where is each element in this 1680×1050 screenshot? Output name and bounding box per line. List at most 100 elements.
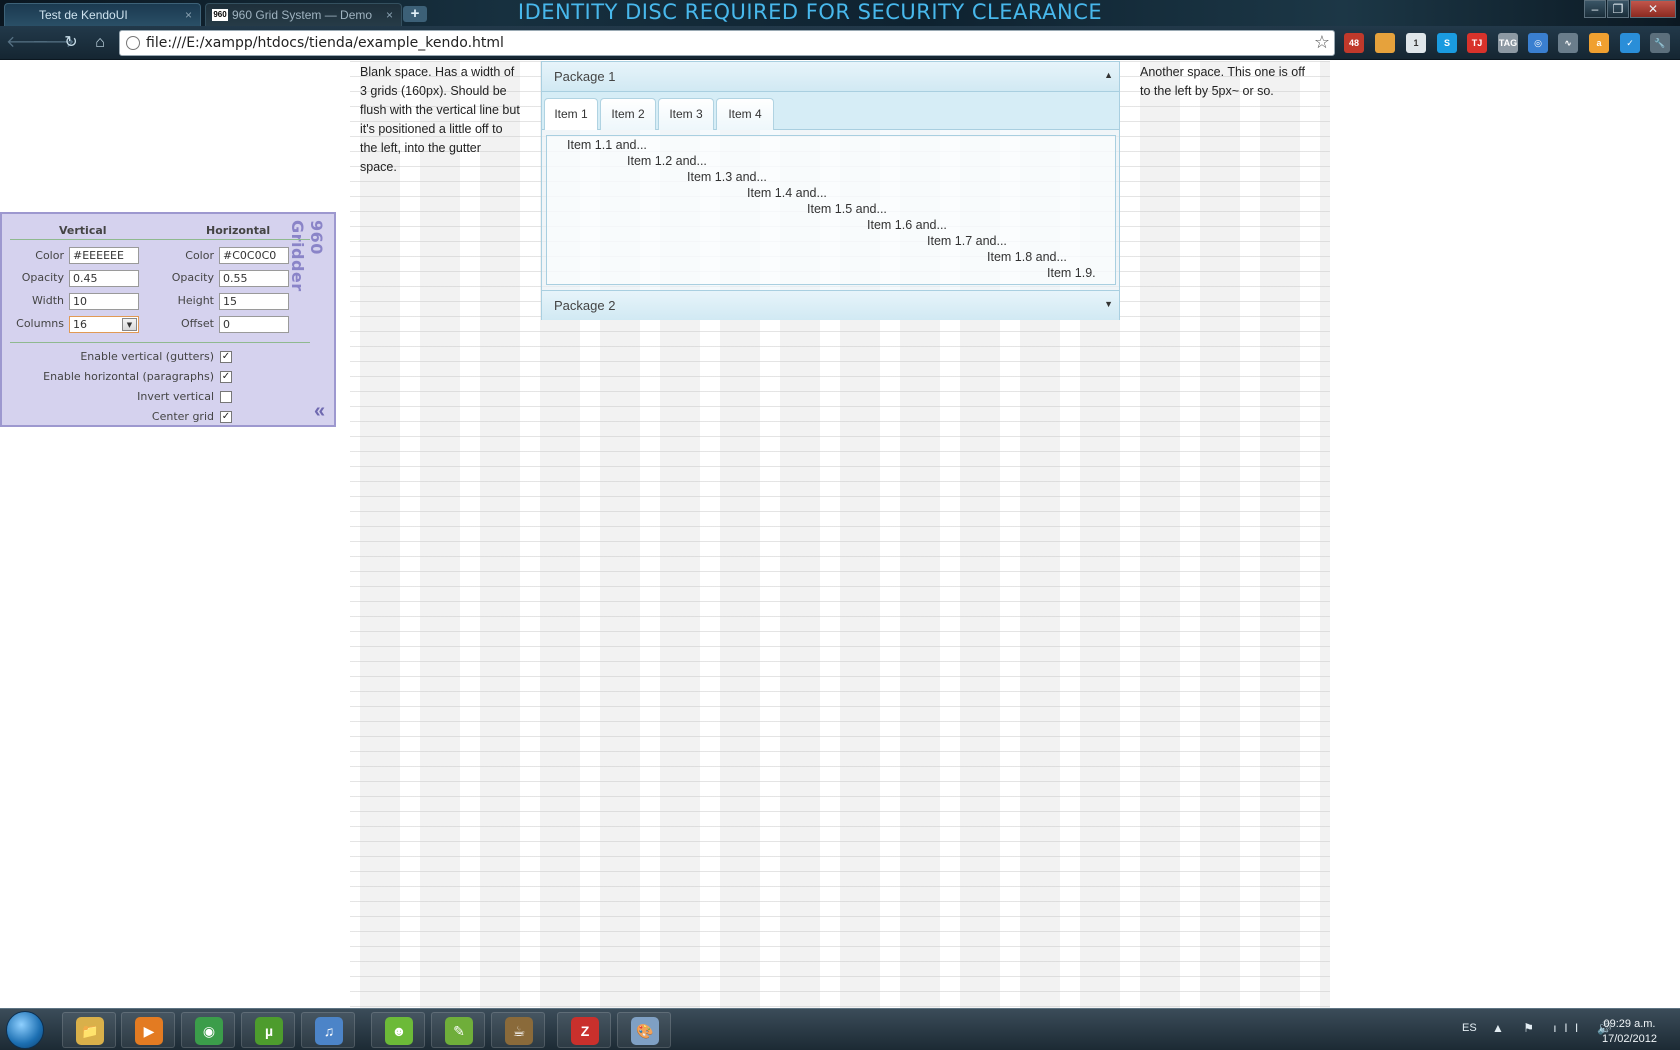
tag-extension-icon[interactable]: TAG (1498, 33, 1518, 53)
taskbar-app-button[interactable]: µ (241, 1012, 295, 1048)
v-width-input[interactable]: 10 (69, 293, 139, 310)
feed-extension-icon[interactable]: 1 (1406, 33, 1426, 53)
h-opacity-label: Opacity (171, 271, 214, 284)
content-line: Item 1.2 and... (627, 154, 707, 168)
package-extension-icon[interactable] (1375, 33, 1395, 53)
blank-space-left: Blank space. Has a width of 3 grids (160… (360, 65, 520, 174)
collapse-arrow-icon[interactable]: ▲ (1104, 70, 1113, 80)
forward-arrow-icon[interactable]: 🡒 (32, 32, 75, 54)
taskbar-app-button[interactable]: ♫ (301, 1012, 355, 1048)
columns-select[interactable]: 16 ▼ (69, 316, 139, 333)
h-offset-label: Offset (180, 317, 214, 330)
theme-banner: IDENTITY DISC REQUIRED FOR SECURITY CLEA… (517, 0, 1103, 24)
close-window-button[interactable]: ✕ (1630, 0, 1676, 18)
tab-label: 960 Grid System — Demo (232, 8, 373, 22)
reload-icon[interactable]: ↻ (60, 32, 82, 54)
wrench-icon[interactable]: 🔧 (1650, 33, 1670, 53)
clock-date: 17/02/2012 (1601, 1033, 1658, 1045)
amazon-extension-icon[interactable]: a (1589, 33, 1609, 53)
collapse-panel-icon[interactable]: « (314, 400, 325, 423)
taskbar-app-button[interactable]: ☕ (491, 1012, 545, 1048)
h-color-input[interactable]: #C0C0C0 (219, 247, 289, 264)
start-button[interactable] (6, 1011, 44, 1049)
v-width-label: Width (32, 294, 64, 307)
content-line: Item 1.5 and... (807, 202, 887, 216)
enable-vertical-checkbox[interactable]: ✓ (220, 351, 232, 363)
taskbar-app-button[interactable]: 📁 (62, 1012, 116, 1048)
taskbar-app-button[interactable]: ✎ (431, 1012, 485, 1048)
h-offset-input[interactable]: 0 (219, 316, 289, 333)
skype-extension-icon[interactable]: S (1437, 33, 1457, 53)
tab-close-icon[interactable]: × (185, 8, 192, 22)
clock[interactable]: 09:29 a.m. 17/02/2012 (1582, 1017, 1677, 1047)
enable-horizontal-checkbox[interactable]: ✓ (220, 371, 232, 383)
package-2-label: Package 2 (554, 298, 616, 313)
tab-item-4[interactable]: Item 4 (716, 98, 774, 130)
chrome-app-icon: ◉ (195, 1017, 223, 1045)
horizontal-heading: Horizontal (206, 224, 271, 237)
language-indicator[interactable]: ES (1462, 1022, 1477, 1034)
tab-item-1[interactable]: Item 1 (544, 98, 598, 130)
itunes-app-icon: ♫ (315, 1017, 343, 1045)
center-grid-checkbox[interactable]: ✓ (220, 411, 232, 423)
clock-time: 09:29 a.m. (1603, 1018, 1656, 1030)
taskbar: 📁 ▶ ◉ µ ♫ ☻ ✎ ☕ Z 🎨 ES ▲ ⚑ ıll 🔊 09:29 a.m. 17/02… (0, 1008, 1680, 1050)
invert-vertical-label: Invert vertical (137, 390, 214, 403)
taskbar-app-button[interactable]: ☻ (371, 1012, 425, 1048)
paint-app-icon: 🎨 (631, 1017, 659, 1045)
chevron-down-icon[interactable]: ▼ (122, 318, 137, 331)
new-tab-button[interactable]: + (403, 6, 427, 22)
circle-extension-icon[interactable]: ◎ (1528, 33, 1548, 53)
tab-item-2[interactable]: Item 2 (600, 98, 656, 130)
expand-arrow-icon[interactable]: ▼ (1104, 299, 1113, 309)
taskbar-app-button[interactable]: ◉ (181, 1012, 235, 1048)
tab-test-kendoui[interactable]: Test de KendoUI × (4, 3, 201, 26)
divider (10, 239, 310, 240)
960-favicon-icon: 960 (212, 9, 228, 21)
v-color-input[interactable]: #EEEEEE (69, 247, 139, 264)
v-columns-label: Columns (16, 317, 64, 330)
minimize-button[interactable]: – (1584, 0, 1606, 18)
gridder-panel: 960 Gridder Vertical Horizontal Color #E… (0, 212, 336, 427)
v-opacity-input[interactable]: 0.45 (69, 270, 139, 287)
package-1-header[interactable]: Package 1 ▲ (542, 62, 1119, 92)
center-grid-label: Center grid (151, 410, 214, 423)
package-1-label: Package 1 (554, 69, 616, 84)
taskbar-app-button[interactable]: Z (557, 1012, 611, 1048)
h-opacity-input[interactable]: 0.55 (219, 270, 289, 287)
package-2-header[interactable]: Package 2 ▼ (542, 290, 1119, 320)
address-bar[interactable]: file:///E:/xampp/htdocs/tienda/example_k… (119, 30, 1335, 56)
enable-vertical-label: Enable vertical (gutters) (80, 350, 214, 363)
h-height-label: Height (177, 294, 214, 307)
content-line: Item 1.9. (1047, 266, 1096, 280)
tab-strip: Item 1 Item 2 Item 3 Item 4 (542, 92, 1119, 130)
back-arrow-icon[interactable]: 🡐 (6, 32, 49, 54)
url-text[interactable]: file:///E:/xampp/htdocs/tienda/example_k… (146, 35, 504, 51)
panel-bar: Package 1 ▲ Item 1 Item 2 Item 3 Item 4 … (541, 61, 1120, 320)
check-extension-icon[interactable]: ✓ (1620, 33, 1640, 53)
content-line: Item 1.4 and... (747, 186, 827, 200)
blank-space-right: Another space. This one is off to the le… (1140, 65, 1305, 98)
bookmark-star-icon[interactable]: ☆ (1314, 32, 1330, 53)
tab-item-3[interactable]: Item 3 (658, 98, 714, 130)
taskbar-app-button[interactable]: 🎨 (617, 1012, 671, 1048)
h-color-label: Color (185, 249, 214, 262)
tab-close-icon[interactable]: × (386, 8, 393, 22)
filezilla-app-icon: Z (571, 1017, 599, 1045)
home-icon[interactable]: ⌂ (89, 32, 111, 54)
content-line: Item 1.1 and... (567, 138, 647, 152)
h-height-input[interactable]: 15 (219, 293, 289, 310)
tj-extension-icon[interactable]: TJ (1467, 33, 1487, 53)
enable-horizontal-label: Enable horizontal (paragraphs) (43, 370, 214, 383)
calendar-extension-icon[interactable]: 48 (1344, 33, 1364, 53)
vertical-heading: Vertical (59, 224, 107, 237)
tab-960-grid-demo[interactable]: 960 960 Grid System — Demo × (205, 3, 402, 26)
media-player-app-icon: ▶ (135, 1017, 163, 1045)
taskbar-app-button[interactable]: ▶ (121, 1012, 175, 1048)
maximize-button[interactable]: ❐ (1607, 0, 1629, 18)
invert-vertical-checkbox[interactable] (220, 391, 232, 403)
explorer-app-icon: 📁 (76, 1017, 104, 1045)
java-ide-app-icon: ☕ (505, 1017, 533, 1045)
content-line: Item 1.6 and... (867, 218, 947, 232)
pulse-extension-icon[interactable]: ∿ (1558, 33, 1578, 53)
